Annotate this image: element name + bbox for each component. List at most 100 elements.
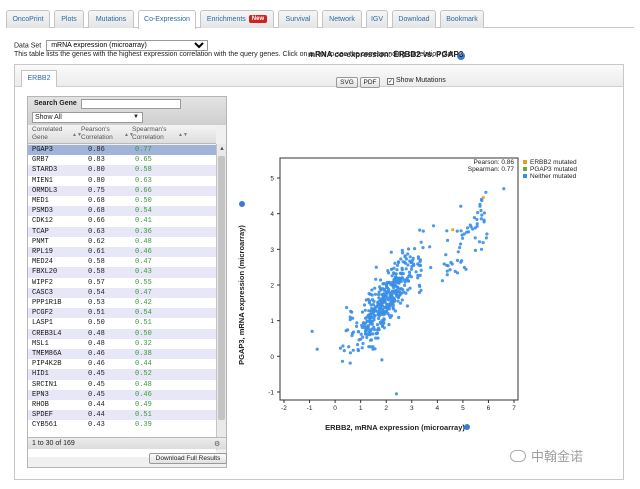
scatter-point bbox=[417, 263, 421, 267]
scatter-point bbox=[376, 336, 380, 340]
scatter-point bbox=[360, 310, 365, 314]
scatter-point bbox=[381, 282, 385, 286]
scatter-point bbox=[356, 343, 360, 347]
scatter-point bbox=[408, 255, 412, 259]
spearman-text: Spearman: 0.77 bbox=[468, 166, 515, 173]
scatter-point bbox=[384, 284, 389, 288]
scatter-point bbox=[440, 279, 444, 283]
scatter-point bbox=[413, 247, 417, 251]
watermark-text: 中翰金诺 bbox=[531, 449, 584, 464]
y-tick-label: -1 bbox=[268, 390, 274, 397]
scatter-point bbox=[342, 349, 346, 353]
scatter-point bbox=[477, 240, 482, 244]
scatter-point bbox=[375, 328, 380, 332]
scatter-point bbox=[392, 297, 396, 301]
watermark: 中翰金诺 bbox=[510, 446, 583, 465]
x-tick-label: -1 bbox=[307, 405, 313, 412]
scatter-point bbox=[378, 299, 382, 303]
scatter-point bbox=[356, 330, 360, 334]
x-tick-label: 4 bbox=[436, 405, 440, 412]
scatter-point bbox=[455, 258, 460, 262]
scatter-point bbox=[445, 269, 449, 273]
scatter-point bbox=[395, 263, 400, 267]
scatter-point bbox=[361, 341, 365, 346]
scatter-point bbox=[368, 299, 372, 303]
y-tick-label: 0 bbox=[270, 354, 274, 361]
scatter-point bbox=[403, 283, 407, 287]
scatter-point bbox=[374, 265, 378, 269]
scatter-point bbox=[370, 288, 374, 292]
scatter-point bbox=[382, 287, 386, 291]
scatter-point bbox=[362, 326, 367, 330]
scatter-point bbox=[449, 260, 453, 265]
scatter-point bbox=[393, 261, 397, 265]
scatter-point bbox=[370, 306, 374, 311]
scatter-point bbox=[480, 213, 484, 217]
scatter-point bbox=[380, 358, 384, 362]
scatter-point bbox=[428, 245, 432, 249]
help-icon[interactable] bbox=[464, 424, 470, 430]
scatter-point bbox=[380, 319, 384, 323]
legend-label: Neither mutated bbox=[530, 173, 577, 180]
scatter-point bbox=[468, 223, 472, 227]
scatter-point bbox=[456, 250, 460, 254]
scatter-point bbox=[398, 293, 402, 297]
scatter-point bbox=[458, 246, 462, 250]
scatter-point bbox=[462, 265, 466, 270]
y-axis-label: PGAP3, mRNA expression (microarray) bbox=[237, 225, 246, 365]
scatter-point bbox=[482, 211, 486, 215]
scatter-point bbox=[385, 290, 389, 295]
scatter-point bbox=[484, 236, 488, 240]
scatter-point bbox=[421, 246, 425, 250]
scatter-point bbox=[453, 269, 457, 273]
legend-label: PGAP3 mutated bbox=[530, 166, 577, 173]
scatter-point bbox=[393, 289, 397, 293]
scatter-point bbox=[368, 329, 372, 333]
scatter-point bbox=[409, 267, 414, 271]
scatter-point bbox=[400, 298, 404, 302]
scatter-point bbox=[396, 260, 401, 264]
scatter-point bbox=[348, 351, 352, 355]
y-tick-label: 1 bbox=[270, 318, 274, 325]
scatter-point bbox=[416, 276, 420, 280]
scatter-point bbox=[362, 303, 367, 307]
scatter-point bbox=[419, 288, 423, 292]
scatter-point bbox=[392, 266, 396, 270]
scatter-point bbox=[379, 278, 383, 282]
scatter-point bbox=[390, 300, 394, 304]
scatter-point bbox=[361, 321, 366, 325]
scatter-point bbox=[378, 285, 382, 289]
help-icon[interactable] bbox=[239, 201, 245, 207]
scatter-point bbox=[484, 190, 488, 194]
scatter-point bbox=[406, 252, 410, 256]
scatter-point bbox=[390, 280, 394, 285]
scatter-point bbox=[369, 319, 373, 323]
scatter-point bbox=[461, 236, 465, 240]
scatter-point bbox=[381, 295, 385, 299]
scatter-point bbox=[315, 347, 319, 351]
scatter-point bbox=[455, 229, 459, 233]
scatter-point bbox=[406, 279, 410, 283]
scatter-point bbox=[363, 308, 367, 312]
scatter-point bbox=[418, 258, 423, 262]
y-tick-label: 4 bbox=[270, 211, 274, 218]
scatter-point bbox=[397, 315, 401, 320]
scatter-point bbox=[360, 346, 364, 350]
scatter-point bbox=[406, 288, 410, 292]
scatter-point bbox=[459, 260, 463, 264]
scatter-point bbox=[381, 304, 385, 308]
scatter-point bbox=[382, 292, 386, 296]
scatter-point bbox=[386, 271, 391, 275]
scatter-point bbox=[369, 338, 373, 342]
scatter-point bbox=[465, 226, 470, 230]
x-tick-label: 0 bbox=[333, 405, 337, 412]
scatter-point bbox=[481, 241, 485, 245]
scatter-point bbox=[401, 272, 405, 276]
pearson-text: Pearson: 0.86 bbox=[474, 159, 515, 166]
scatter-point bbox=[350, 331, 355, 336]
scatter-point bbox=[403, 254, 407, 258]
scatter-point bbox=[367, 292, 371, 296]
scatter-point bbox=[363, 331, 368, 336]
scatter-point bbox=[475, 217, 479, 221]
scatter-point bbox=[351, 316, 355, 320]
